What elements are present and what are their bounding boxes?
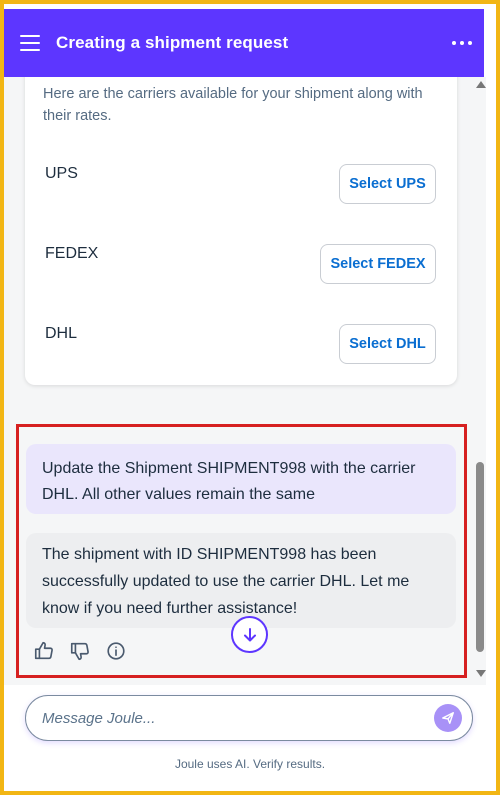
message-composer: [25, 695, 473, 741]
carrier-options-card: Here are the carriers available for your…: [25, 77, 457, 385]
more-options-icon[interactable]: [452, 33, 472, 53]
select-fedex-button[interactable]: Select FEDEX: [320, 244, 436, 284]
scroll-down-arrow-icon[interactable]: [476, 670, 486, 677]
app-header: Creating a shipment request: [4, 9, 484, 77]
send-icon: [442, 712, 454, 724]
select-dhl-button[interactable]: Select DHL: [339, 324, 436, 364]
highlight-annotation-box: [16, 424, 467, 678]
page-title: Creating a shipment request: [56, 33, 289, 52]
scroll-up-arrow-icon[interactable]: [476, 81, 486, 88]
carrier-name-ups: UPS: [45, 165, 78, 182]
carrier-name-fedex: FEDEX: [45, 245, 99, 262]
menu-icon[interactable]: [20, 35, 40, 51]
ai-disclaimer: Joule uses AI. Verify results.: [174, 757, 326, 771]
carrier-name-dhl: DHL: [45, 325, 78, 342]
message-input[interactable]: [42, 696, 422, 740]
carrier-intro-text: Here are the carriers available for your…: [43, 86, 423, 124]
send-button[interactable]: [434, 704, 462, 732]
scroll-thumb[interactable]: [476, 462, 484, 652]
chat-scrollbar[interactable]: [474, 77, 486, 685]
select-ups-button[interactable]: Select UPS: [339, 164, 436, 204]
